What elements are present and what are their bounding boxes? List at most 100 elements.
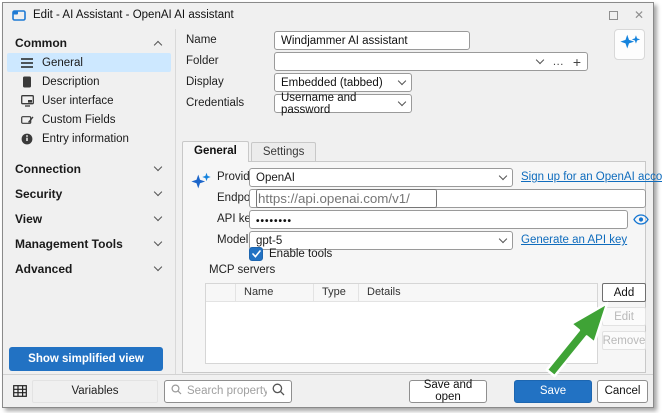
main-form: Name Folder … + Display Embedded (tabbed… [177, 27, 662, 375]
menu-icon [20, 56, 34, 70]
display-dropdown[interactable]: Embedded (tabbed) [274, 73, 412, 92]
mcp-add-button[interactable]: Add [602, 283, 646, 302]
model-value: gpt-5 [256, 234, 283, 247]
api-key-value: •••••••• [256, 215, 293, 227]
footer-bar: Variables Save and open Save Cancel [3, 374, 653, 407]
general-tab-panel: Provider OpenAI Sign up for an OpenAI ac… [182, 161, 662, 373]
api-key-field[interactable]: •••••••• [249, 210, 628, 229]
provider-value: OpenAI [256, 171, 295, 184]
search-run-icon[interactable] [272, 383, 285, 399]
close-icon[interactable]: ✕ [634, 9, 644, 21]
folder-browse-icon[interactable]: … [552, 56, 564, 68]
search-property-input[interactable] [187, 385, 267, 397]
maximize-icon[interactable] [608, 10, 618, 20]
mcp-col-name: Name [236, 284, 314, 301]
sidebar: Common General Description User interfac… [7, 33, 171, 281]
mcp-table-body[interactable] [206, 302, 597, 363]
sidebar-section-advanced[interactable]: Advanced [7, 256, 171, 281]
credentials-value: Username and password [281, 91, 357, 116]
sparkles-icon [190, 170, 212, 195]
sidebar-item-general[interactable]: General [7, 53, 171, 72]
endpoint-field[interactable] [249, 189, 646, 208]
chevron-down-icon [153, 187, 163, 197]
folder-add-icon[interactable]: + [573, 54, 581, 70]
display-value: Embedded (tabbed) [281, 76, 383, 89]
search-property-box[interactable] [164, 379, 292, 403]
credentials-dropdown[interactable]: Username and password [274, 91, 412, 116]
sidebar-item-entry-information[interactable]: Entry information [7, 129, 171, 148]
info-icon [20, 132, 34, 146]
sidebar-section-label: View [15, 211, 43, 226]
edit-dialog-window: Edit - AI Assistant - OpenAI AI assistan… [2, 2, 662, 408]
enable-tools-row: Enable tools [249, 247, 332, 261]
sidebar-section-view[interactable]: View [7, 206, 171, 231]
name-field[interactable] [274, 31, 470, 50]
mcp-table-header: Name Type Details [206, 284, 597, 302]
mcp-servers-table: Name Type Details [205, 283, 598, 364]
display-label: Display [186, 76, 224, 88]
monitor-icon [20, 94, 34, 108]
show-simplified-view-button[interactable]: Show simplified view [9, 347, 163, 371]
sidebar-divider [175, 29, 176, 375]
chevron-down-icon [153, 262, 163, 272]
mcp-col-type: Type [314, 284, 359, 301]
sidebar-item-user-interface[interactable]: User interface [7, 91, 171, 110]
mcp-col-details: Details [367, 286, 401, 298]
eye-icon[interactable] [632, 211, 649, 228]
chevron-down-icon [498, 171, 508, 181]
grid-icon[interactable] [8, 380, 32, 403]
sidebar-item-custom-fields[interactable]: Custom Fields [7, 110, 171, 129]
model-label: Model [217, 234, 249, 246]
generate-api-key-link[interactable]: Generate an API key [521, 231, 627, 250]
window-title: Edit - AI Assistant - OpenAI AI assistan… [33, 9, 234, 21]
sidebar-section-label: Common [15, 36, 67, 50]
signup-link[interactable]: Sign up for an OpenAI account [521, 168, 662, 187]
sidebar-item-label: Description [42, 75, 100, 88]
titlebar: Edit - AI Assistant - OpenAI AI assistan… [3, 3, 653, 27]
name-label: Name [186, 34, 217, 46]
folder-label: Folder [186, 55, 219, 67]
chevron-down-icon [153, 212, 163, 222]
variables-button[interactable]: Variables [32, 379, 158, 403]
sidebar-section-common[interactable]: Common [7, 33, 171, 53]
mcp-edit-button: Edit [602, 307, 646, 326]
chevron-down-icon [397, 97, 407, 107]
sidebar-item-description[interactable]: Description [7, 72, 171, 91]
tab-strip: General Settings [182, 141, 318, 162]
sidebar-section-label: Management Tools [15, 236, 123, 251]
chevron-down-icon[interactable] [536, 55, 545, 65]
provider-dropdown[interactable]: OpenAI [249, 168, 513, 187]
chevron-down-icon [397, 76, 407, 86]
mcp-servers-label: MCP servers [209, 264, 276, 276]
chevron-up-icon [153, 40, 163, 49]
save-button[interactable]: Save [514, 379, 592, 403]
sidebar-section-connection[interactable]: Connection [7, 156, 171, 181]
description-icon [20, 75, 34, 89]
sidebar-item-label: Entry information [42, 132, 129, 145]
mcp-col-selector [206, 284, 236, 301]
tab-settings[interactable]: Settings [250, 142, 317, 162]
chevron-down-icon [498, 234, 508, 244]
save-and-open-button[interactable]: Save and open [409, 379, 487, 403]
enable-tools-checkbox[interactable] [249, 247, 263, 261]
tab-general[interactable]: General [182, 141, 249, 162]
mcp-remove-button: Remove [602, 331, 646, 350]
folder-combobox[interactable]: … + [274, 52, 588, 71]
ai-assistant-badge [614, 29, 645, 60]
sidebar-section-label: Advanced [15, 261, 73, 276]
sparkles-icon [619, 32, 641, 57]
endpoint-input[interactable] [256, 189, 437, 208]
cancel-button[interactable]: Cancel [597, 379, 648, 403]
enable-tools-label: Enable tools [269, 248, 333, 260]
credentials-label: Credentials [186, 97, 245, 109]
sidebar-item-label: General [42, 56, 83, 69]
sidebar-item-label: Custom Fields [42, 113, 116, 126]
sidebar-item-label: User interface [42, 94, 114, 107]
chevron-down-icon [153, 237, 163, 247]
window-icon [12, 9, 26, 21]
sidebar-section-security[interactable]: Security [7, 181, 171, 206]
custom-fields-icon [20, 113, 34, 127]
name-input[interactable] [281, 34, 463, 47]
sidebar-section-management-tools[interactable]: Management Tools [7, 231, 171, 256]
chevron-down-icon [153, 162, 163, 172]
